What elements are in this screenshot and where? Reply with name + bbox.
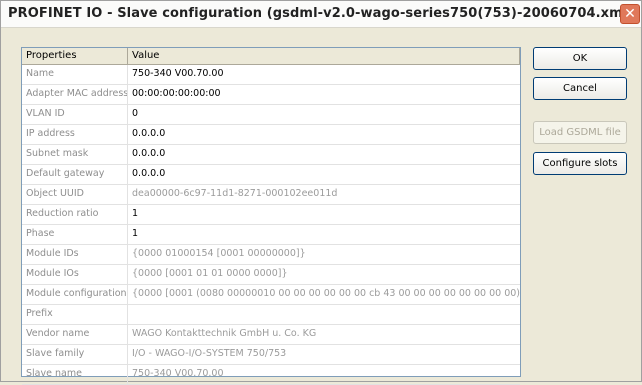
property-value[interactable]: 0.0.0.0 bbox=[128, 125, 520, 144]
title-bar[interactable]: PROFINET IO - Slave configuration (gsdml… bbox=[1, 1, 641, 28]
table-row[interactable]: Adapter MAC address 00:00:00:00:00:00 bbox=[22, 85, 520, 105]
table-row[interactable]: Module IDs {0000 01000154 [0001 00000000]… bbox=[22, 245, 520, 265]
window-title: PROFINET IO - Slave configuration (gsdml… bbox=[8, 6, 634, 21]
table-row[interactable]: Prefix bbox=[22, 305, 520, 325]
close-button[interactable]: ✕ bbox=[620, 4, 640, 24]
property-name: VLAN ID bbox=[22, 105, 128, 124]
property-value bbox=[128, 305, 520, 324]
property-name: Module IDs bbox=[22, 245, 128, 264]
property-value[interactable]: 1 bbox=[128, 205, 520, 224]
property-name: IP address bbox=[22, 125, 128, 144]
property-name: Adapter MAC address bbox=[22, 85, 128, 104]
property-value: {0000 [0001 01 01 0000 0000]} bbox=[132, 268, 288, 279]
table-row[interactable]: Module IOs {0000 [0001 01 01 0000 0000]} bbox=[22, 265, 520, 285]
property-name: Slave name bbox=[22, 365, 128, 384]
column-header-properties[interactable]: Properties bbox=[22, 48, 128, 64]
table-row[interactable]: Object UUID dea00000-6c97-11d1-8271-00010… bbox=[22, 185, 520, 205]
property-value: 750-340 V00.70.00 bbox=[132, 368, 224, 379]
table-row[interactable]: Reduction ratio 1 bbox=[22, 205, 520, 225]
close-icon: ✕ bbox=[624, 6, 636, 22]
property-name: Object UUID bbox=[22, 185, 128, 204]
table-row[interactable]: Phase 1 bbox=[22, 225, 520, 245]
table-body: Name 750-340 V00.70.00 Adapter MAC address… bbox=[22, 65, 520, 385]
column-header-value[interactable]: Value bbox=[128, 48, 520, 64]
property-value[interactable]: 750-340 V00.70.00 bbox=[128, 65, 520, 84]
property-name: Prefix bbox=[22, 305, 128, 324]
property-name: Subnet mask bbox=[22, 145, 128, 164]
property-name: Name bbox=[22, 65, 128, 84]
load-gsdml-file-button[interactable]: Load GSDML file bbox=[533, 121, 627, 144]
property-value[interactable]: 0 bbox=[128, 105, 520, 124]
properties-table: Properties Value Name 750-340 V00.70.00 Ad… bbox=[21, 47, 521, 385]
table-header: Properties Value bbox=[22, 48, 520, 65]
cancel-button[interactable]: Cancel bbox=[533, 77, 627, 100]
table-row[interactable]: Default gateway 0.0.0.0 bbox=[22, 165, 520, 185]
table-row[interactable]: Module configuration {0000 [0001 (0080 00… bbox=[22, 285, 520, 305]
property-value[interactable]: 0.0.0.0 bbox=[128, 145, 520, 164]
property-name: Slave family bbox=[22, 345, 128, 364]
property-value: {0000 [0001 (0080 00000010 00 00 00 00 0… bbox=[132, 288, 520, 299]
slave-configuration-dialog: PROFINET IO - Slave configuration (gsdml… bbox=[0, 0, 642, 385]
configure-slots-button[interactable]: Configure slots bbox=[533, 152, 627, 175]
table-row[interactable]: Vendor name WAGO Kontakttechnik GmbH u. C… bbox=[22, 325, 520, 345]
property-value: I/O - WAGO-I/O-SYSTEM 750/753 bbox=[132, 348, 287, 359]
property-name: Vendor name bbox=[22, 325, 128, 344]
property-name: Default gateway bbox=[22, 165, 128, 184]
table-row[interactable]: Subnet mask 0.0.0.0 bbox=[22, 145, 520, 165]
property-name: Module IOs bbox=[22, 265, 128, 284]
table-row[interactable]: Slave family I/O - WAGO-I/O-SYSTEM 750/75… bbox=[22, 345, 520, 365]
property-value[interactable]: 0.0.0.0 bbox=[128, 165, 520, 184]
property-value: WAGO Kontakttechnik GmbH u. Co. KG bbox=[132, 328, 317, 339]
property-name: Reduction ratio bbox=[22, 205, 128, 224]
property-value[interactable]: 00:00:00:00:00:00 bbox=[128, 85, 520, 104]
property-value: {0000 01000154 [0001 00000000]} bbox=[132, 248, 306, 259]
table-row[interactable]: VLAN ID 0 bbox=[22, 105, 520, 125]
table-row[interactable]: IP address 0.0.0.0 bbox=[22, 125, 520, 145]
property-value[interactable]: 1 bbox=[128, 225, 520, 244]
property-name: Phase bbox=[22, 225, 128, 244]
table-row[interactable]: Name 750-340 V00.70.00 bbox=[22, 65, 520, 85]
ok-button[interactable]: OK bbox=[533, 47, 627, 70]
property-name: Module configuration bbox=[22, 285, 128, 304]
property-value: dea00000-6c97-11d1-8271-000102ee011d bbox=[132, 188, 338, 199]
table-row[interactable]: Slave name 750-340 V00.70.00 bbox=[22, 365, 520, 385]
